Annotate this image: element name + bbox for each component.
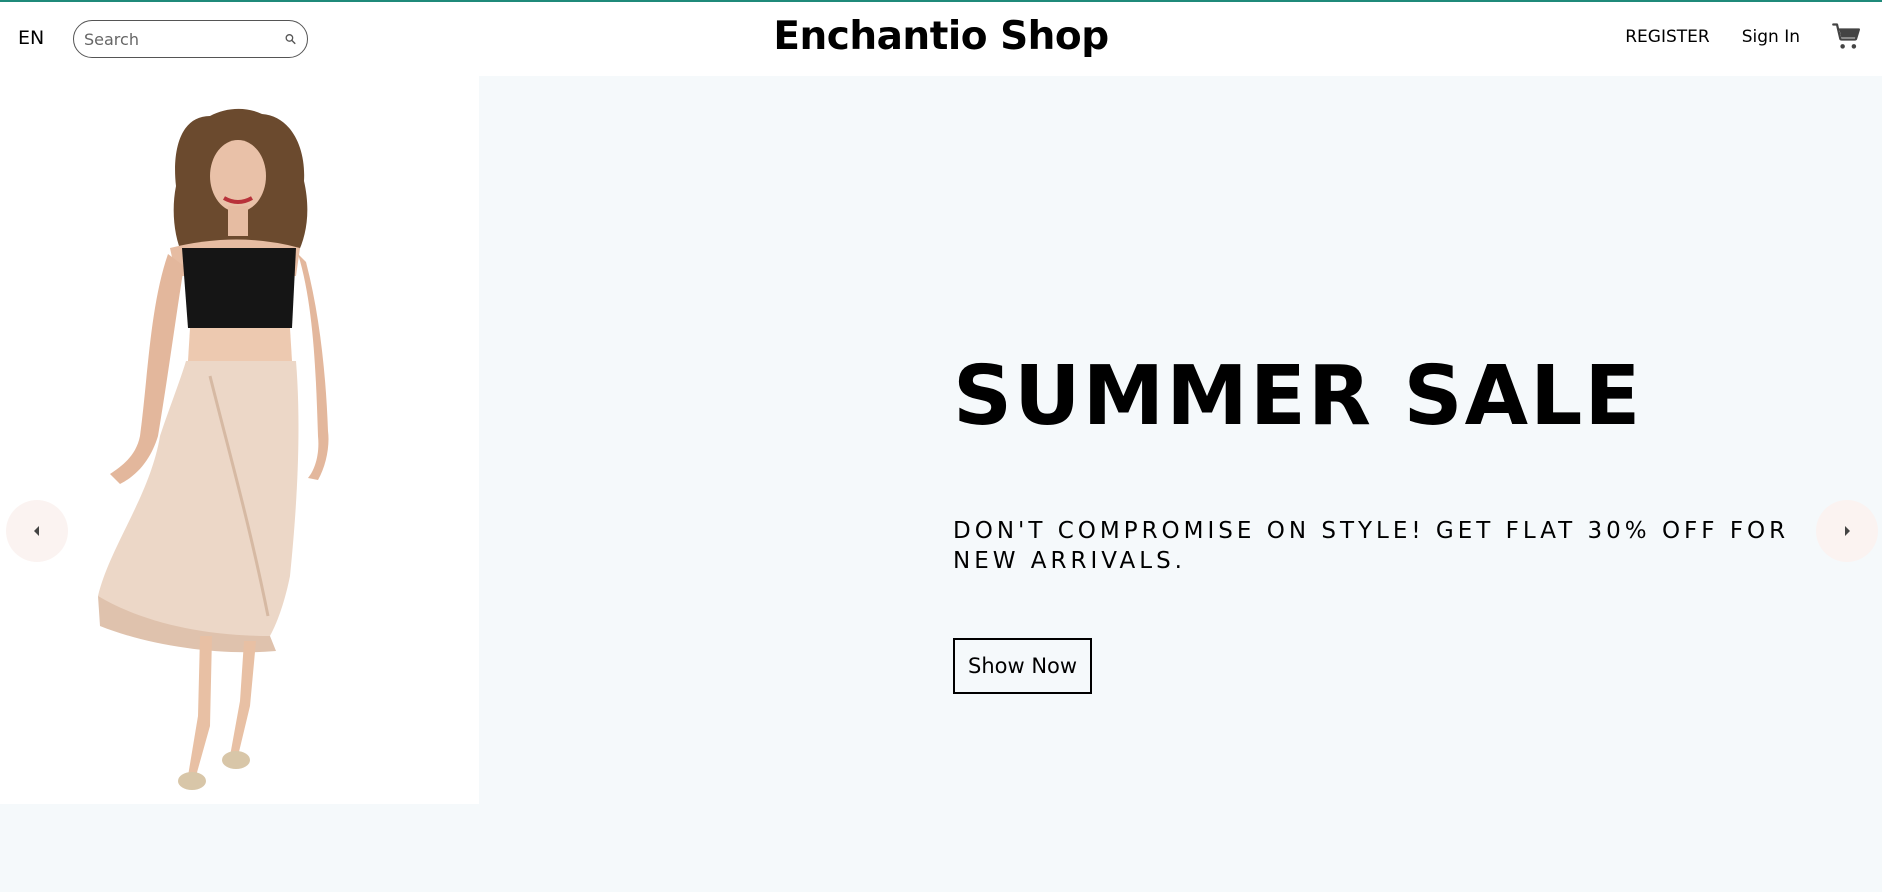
hero-slider: SUMMER SALE DON'T COMPROMISE ON STYLE! G… <box>0 76 1882 804</box>
arrow-left-icon <box>34 526 39 536</box>
slider-next-button[interactable] <box>1816 500 1878 562</box>
hero-description: DON'T COMPROMISE ON STYLE! GET FLAT 30% … <box>953 518 1790 574</box>
hero-title: SUMMER SALE <box>953 349 1643 444</box>
signin-link[interactable]: Sign In <box>1742 27 1800 47</box>
language-selector[interactable]: EN <box>18 27 44 49</box>
hero-model-image <box>0 76 479 804</box>
brand-logo[interactable]: Enchantio Shop <box>773 14 1109 59</box>
register-link[interactable]: REGISTER <box>1625 27 1709 47</box>
arrow-right-icon <box>1845 526 1850 536</box>
search-icon[interactable] <box>284 31 297 47</box>
search-bar <box>73 20 308 58</box>
model-illustration <box>0 76 479 804</box>
navbar: EN Enchantio Shop REGISTER Sign In <box>0 2 1882 76</box>
slider-prev-button[interactable] <box>6 500 68 562</box>
shopping-cart-icon[interactable] <box>1832 22 1862 52</box>
page-section-below <box>0 804 1882 892</box>
show-now-button[interactable]: Show Now <box>953 638 1093 694</box>
search-input[interactable] <box>84 29 284 49</box>
nav-right: REGISTER Sign In <box>1625 22 1862 52</box>
hero-info: SUMMER SALE DON'T COMPROMISE ON STYLE! G… <box>953 356 1833 694</box>
